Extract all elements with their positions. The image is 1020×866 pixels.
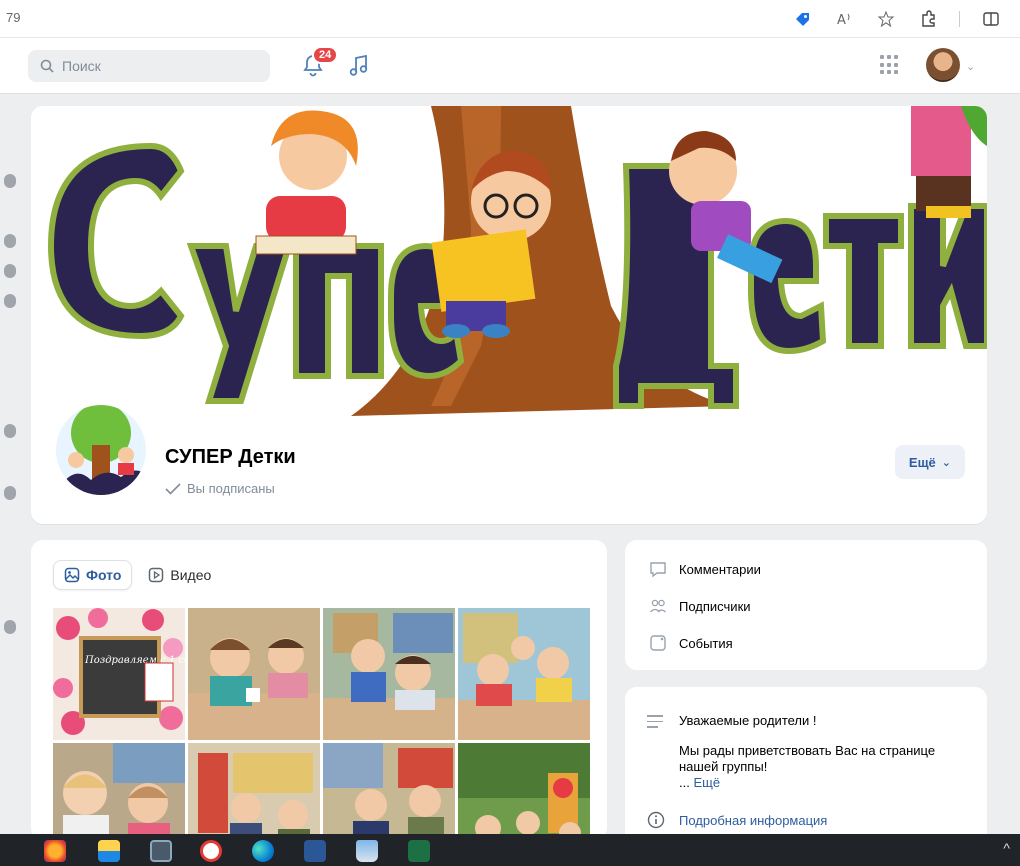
calendar-icon: [650, 635, 666, 651]
search-icon: [40, 59, 54, 73]
info-body: Мы рады приветствовать Вас на странице н…: [679, 743, 969, 791]
photo-thumbnail[interactable]: [53, 743, 185, 840]
group-name: СУПЕР Детки: [165, 446, 296, 468]
os-taskbar: ^: [0, 834, 1020, 866]
link-events-label: События: [679, 635, 733, 651]
users-icon: [650, 599, 666, 613]
group-links-card: Комментарии Подписчики События: [625, 540, 987, 670]
comment-icon: [650, 562, 666, 578]
chevron-up-icon[interactable]: ^: [1003, 840, 1010, 856]
info-more-link[interactable]: Ещё: [693, 775, 720, 790]
edge-browser-icon[interactable]: [252, 840, 274, 862]
link-comments-label: Комментарии: [679, 561, 761, 577]
yandex-browser-icon[interactable]: [200, 840, 222, 862]
chevron-down-icon: ⌄: [941, 456, 951, 469]
group-avatar[interactable]: [53, 402, 149, 498]
group-cover-image: [31, 106, 987, 426]
link-subscribers[interactable]: Подписчики: [649, 597, 751, 615]
site-header: Поиск 24 ⌄: [0, 38, 1020, 94]
info-title: Уважаемые родители !: [679, 713, 817, 728]
photo-grid: Поздравляем с 1 сентября: [53, 608, 590, 840]
tag-icon[interactable]: [791, 8, 813, 30]
photo-icon: [64, 567, 80, 583]
toolbar-divider: [959, 11, 960, 27]
left-sidebar-edge: [0, 94, 16, 834]
search-input[interactable]: Поиск: [28, 50, 270, 82]
extensions-icon[interactable]: [917, 8, 939, 30]
tab-video[interactable]: Видео: [138, 560, 221, 590]
media-card: Фото Видео Поздравляем с 1 сентября: [31, 540, 607, 840]
sidebar-dot[interactable]: [4, 234, 16, 248]
details-link[interactable]: Подробная информация: [647, 811, 827, 829]
info-body-text: Мы рады приветствовать Вас на странице н…: [679, 743, 936, 774]
firefox-icon[interactable]: [44, 840, 66, 862]
read-aloud-icon[interactable]: A: [833, 8, 855, 30]
group-info-card: Уважаемые родители ! Мы рады приветствов…: [625, 687, 987, 847]
more-button-label: Ещё: [908, 454, 936, 470]
svg-text:A: A: [837, 13, 846, 28]
photo-thumbnail[interactable]: [188, 743, 320, 840]
more-button[interactable]: Ещё ⌄: [894, 445, 965, 479]
link-events[interactable]: События: [649, 634, 733, 652]
checkmark-icon: [165, 482, 181, 495]
video-icon: [149, 567, 164, 583]
subscribed-label: Вы подписаны: [187, 481, 275, 496]
sidebar-dot[interactable]: [4, 264, 16, 278]
calculator-icon[interactable]: [150, 840, 172, 862]
photo-thumbnail[interactable]: [323, 743, 455, 840]
link-comments[interactable]: Комментарии: [649, 560, 761, 578]
info-more-prefix: ...: [679, 775, 690, 790]
description-icon: [647, 715, 663, 732]
photo-thumbnail[interactable]: [458, 743, 590, 840]
info-circle-icon: [647, 811, 665, 829]
sidebar-dot[interactable]: [4, 174, 16, 188]
split-screen-icon[interactable]: [980, 8, 1002, 30]
browser-toolbar: 79 A: [0, 0, 1020, 38]
media-tabs: Фото Видео: [53, 560, 221, 590]
sidebar-dot[interactable]: [4, 620, 16, 634]
tab-photo[interactable]: Фото: [53, 560, 133, 590]
photo-thumbnail[interactable]: Поздравляем с 1 сентября: [53, 608, 185, 740]
search-placeholder: Поиск: [62, 58, 101, 74]
user-avatar[interactable]: [926, 48, 960, 82]
group-cover-card: СУПЕР Детки Вы подписаны Ещё ⌄: [31, 106, 987, 524]
sidebar-dot[interactable]: [4, 424, 16, 438]
subscription-status[interactable]: Вы подписаны: [165, 481, 275, 496]
photo-thumbnail[interactable]: [188, 608, 320, 740]
file-explorer-icon[interactable]: [98, 840, 120, 862]
sidebar-dot[interactable]: [4, 486, 16, 500]
notepad-icon[interactable]: [356, 840, 378, 862]
excel-icon[interactable]: [408, 840, 430, 862]
chevron-down-icon[interactable]: ⌄: [966, 60, 975, 73]
tab-photo-label: Фото: [86, 567, 122, 583]
word-icon[interactable]: [304, 840, 326, 862]
tab-video-label: Видео: [170, 567, 212, 583]
apps-grid-icon[interactable]: [880, 55, 900, 75]
favorite-star-icon[interactable]: [875, 8, 897, 30]
photo-thumbnail[interactable]: [458, 608, 590, 740]
notification-badge: 24: [312, 46, 339, 64]
details-link-label: Подробная информация: [679, 812, 828, 828]
sidebar-dot[interactable]: [4, 294, 16, 308]
photo-thumbnail[interactable]: [323, 608, 455, 740]
link-subscribers-label: Подписчики: [679, 598, 751, 614]
group-avatar-image: [56, 405, 146, 495]
browser-left-text: 79: [6, 10, 21, 25]
music-icon[interactable]: [348, 52, 372, 78]
